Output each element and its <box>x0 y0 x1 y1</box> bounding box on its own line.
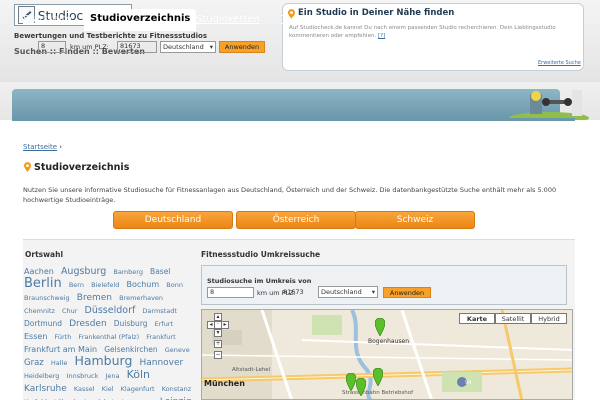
nav-item-studioketten[interactable]: Studioketten <box>196 14 260 25</box>
city-link[interactable]: Duisburg <box>114 319 148 328</box>
city-link[interactable]: Heidelberg <box>24 372 59 380</box>
map-label-altstadt: Altstadt-Lehel <box>232 367 271 373</box>
nav-item-testberichte[interactable]: Testberichte <box>281 14 342 25</box>
map-type-satellit[interactable]: Satellit <box>495 313 531 324</box>
city-link[interactable]: Aachen <box>24 267 54 276</box>
nearby-description: Auf Studiocheck.de kannst Du nach einem … <box>289 25 556 39</box>
city-link[interactable]: Köln <box>127 368 150 381</box>
city-link[interactable]: Frankfurt <box>146 333 175 341</box>
city-link[interactable]: Berlin <box>24 276 62 291</box>
pan-center-icon[interactable]: · <box>214 321 222 329</box>
map-label-bogenhausen: Bogenhausen <box>368 338 409 345</box>
page: Studiocheck.de Bewertungen und Testberic… <box>0 0 600 400</box>
intro-text: Nutzen Sie unsere informative Studiosuch… <box>23 186 557 204</box>
page-title: Studioverzeichnis <box>34 162 130 173</box>
nav-underline <box>12 118 575 121</box>
breadcrumb-home-link[interactable]: Startseite <box>23 143 57 151</box>
city-link[interactable]: Augsburg <box>61 266 106 277</box>
fitness-illustration-icon <box>509 90 589 120</box>
city-link[interactable]: Erfurt <box>155 320 173 328</box>
city-link[interactable]: Bremen <box>77 293 112 303</box>
country-button-deutschland[interactable]: Deutschland <box>113 211 233 229</box>
map-marker-icon[interactable] <box>375 318 385 336</box>
city-link[interactable]: Bonn <box>166 281 183 289</box>
map-type-hybrid[interactable]: Hybrid <box>531 313 567 324</box>
radius-country-select[interactable]: Deutschland ▾ <box>318 286 378 298</box>
radius-apply-button[interactable]: Anwenden <box>383 287 431 298</box>
nearby-plz-input[interactable]: 81673 <box>117 41 157 53</box>
extended-search-link[interactable]: Erweiterte Suche <box>538 60 581 66</box>
zoom-out-icon[interactable]: − <box>214 351 222 359</box>
nav-item-studioverzeichnis[interactable]: Studioverzeichnis <box>84 9 197 31</box>
city-link[interactable]: Chur <box>62 307 77 315</box>
pan-down-icon[interactable]: ▾ <box>214 329 222 337</box>
ortswahl-title: Ortswahl <box>25 250 64 259</box>
pan-right-icon[interactable]: ▸ <box>221 321 229 329</box>
city-link[interactable]: Bern <box>69 281 84 289</box>
city-link[interactable]: Bamberg <box>113 268 143 276</box>
map-marker-icon[interactable] <box>373 368 383 386</box>
radius-search-box <box>201 265 567 305</box>
map-type-karte[interactable]: Karte <box>459 313 495 324</box>
city-link[interactable]: Bochum <box>126 280 159 289</box>
nearby-apply-button[interactable]: Anwenden <box>219 41 265 53</box>
city-link[interactable]: Frankenthal (Pfalz) <box>78 333 139 341</box>
city-link[interactable]: Chemnitz <box>24 307 55 315</box>
city-link[interactable]: Hannover <box>139 358 183 368</box>
city-link[interactable]: Halle <box>51 359 67 367</box>
tagline: Bewertungen und Testberichte zu Fitnesss… <box>14 32 208 40</box>
city-link[interactable]: Innsbruck <box>67 372 99 380</box>
city-link[interactable]: Hamburg <box>74 353 132 368</box>
radius-label: Studiosuche im Umkreis von <box>207 277 312 285</box>
city-link[interactable]: Düsseldorf <box>85 305 136 316</box>
navbar <box>0 82 600 120</box>
pan-up-icon[interactable]: ▴ <box>214 313 222 321</box>
breadcrumb: Startseite › <box>23 143 63 151</box>
nearby-km-label: km um PLZ: <box>70 43 109 51</box>
city-link[interactable]: Jena <box>105 372 119 380</box>
city-link[interactable]: Basel <box>150 267 170 276</box>
map-road-label: 94 <box>465 380 471 386</box>
country-button-schweiz[interactable]: Schweiz <box>355 211 475 229</box>
radius-km-input[interactable]: 8 <box>207 287 254 298</box>
map-marker-icon[interactable] <box>356 378 366 396</box>
city-tag-cloud: Aachen Augsburg Bamberg Basel Berlin Ber… <box>24 264 196 400</box>
city-link[interactable]: Darmstadt <box>142 307 176 315</box>
country-button-oesterreich[interactable]: Österreich <box>236 211 356 229</box>
chevron-down-icon: ▾ <box>209 43 213 51</box>
city-link[interactable]: Bremerhaven <box>119 294 163 302</box>
nav-strip <box>12 89 560 119</box>
map-marker-icon[interactable] <box>346 373 356 391</box>
city-link[interactable]: Fürth <box>54 333 71 341</box>
nav-item-startseite[interactable]: Startseite <box>23 14 72 25</box>
radius-title: Fitnessstudio Umkreissuche <box>201 250 321 259</box>
help-link[interactable]: [?] <box>378 33 385 39</box>
zoom-in-icon[interactable]: + <box>214 340 222 348</box>
radius-plz-input[interactable]: 81673 <box>283 287 315 298</box>
nav-item-abmelden[interactable]: Abmelden <box>437 14 488 25</box>
chevron-down-icon: ▾ <box>371 288 375 296</box>
nearby-km-input[interactable]: 8 <box>38 41 66 53</box>
city-link[interactable]: Braunschweig <box>24 294 70 302</box>
nearby-country-select[interactable]: Deutschland ▾ <box>160 41 216 53</box>
map-controls: ▴ ◂ ▸ · ▾ + − <box>207 313 229 363</box>
nav-item-mein-konto[interactable]: Mein Konto <box>362 14 418 25</box>
city-link[interactable]: Kiel <box>102 385 114 393</box>
city-link[interactable]: Graz <box>24 358 44 368</box>
city-link[interactable]: Dortmund <box>24 319 62 328</box>
city-link[interactable]: Karlsruhe <box>24 384 67 394</box>
map-label-muenchen: München <box>204 379 245 388</box>
location-pin-icon <box>24 162 31 172</box>
city-link[interactable]: Dresden <box>69 319 107 329</box>
city-link[interactable]: Klagenfurt <box>121 385 155 393</box>
city-link[interactable]: Kassel <box>74 385 95 393</box>
city-link[interactable]: Geneve <box>165 346 190 354</box>
city-link[interactable]: Bielefeld <box>91 281 119 289</box>
city-link[interactable]: Essen <box>24 332 47 341</box>
city-link[interactable]: Konstanz <box>162 385 192 393</box>
